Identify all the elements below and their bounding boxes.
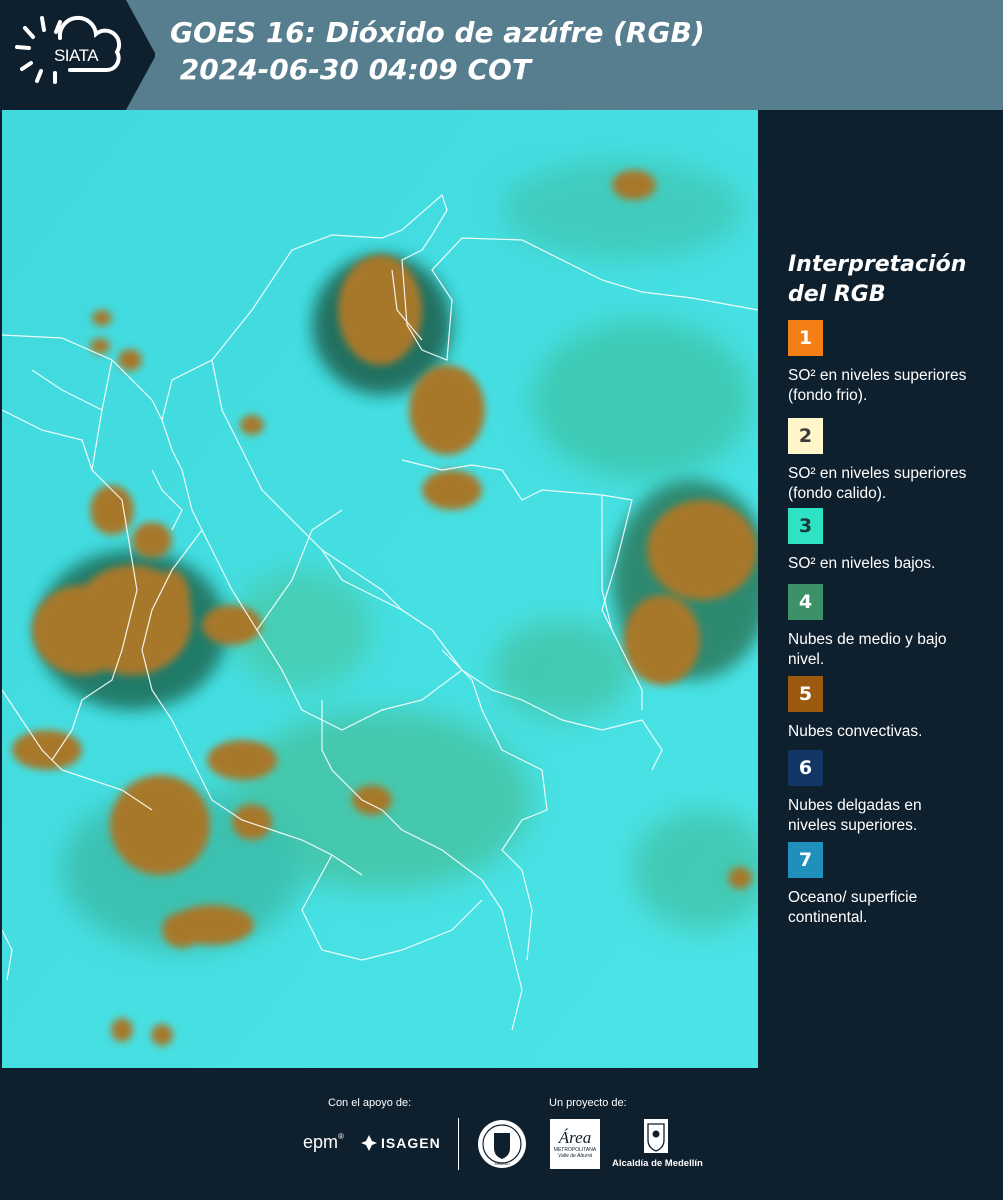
legend-item-4: 4 Nubes de medio y bajo nivel. bbox=[788, 584, 998, 670]
legend-title: Interpretación del RGB bbox=[788, 250, 966, 310]
isagen-logo-text: ISAGEN bbox=[381, 1135, 441, 1151]
satellite-image bbox=[2, 110, 758, 1068]
isagen-icon bbox=[361, 1135, 377, 1151]
header-bar: SIATA GOES 16: Dióxido de azúfre (RGB) 2… bbox=[0, 0, 1003, 110]
legend-swatch-7: 7 bbox=[788, 842, 823, 878]
legend-label-4: Nubes de medio y bajo nivel. bbox=[788, 631, 947, 668]
legend-item-1: 1 SO² en niveles superiores (fondo frio)… bbox=[788, 320, 998, 406]
epm-logo: epm® bbox=[303, 1132, 344, 1152]
area-logo-title: Área bbox=[558, 1128, 592, 1147]
legend-title-line2: del RGB bbox=[788, 282, 886, 307]
legend-label-1: SO² en niveles superiores (fondo frio). bbox=[788, 367, 967, 404]
legend-label-7: Oceano/ superficie continental. bbox=[788, 889, 918, 926]
alcaldia-crest-icon bbox=[644, 1119, 668, 1153]
legend-swatch-5: 5 bbox=[788, 676, 823, 712]
medellin-seal: Medellín bbox=[478, 1120, 526, 1168]
legend-swatch-6: 6 bbox=[788, 750, 823, 786]
legend-swatch-2: 2 bbox=[788, 418, 823, 454]
legend-swatch-1: 1 bbox=[788, 320, 823, 356]
footer-bar: Con el apoyo de: Un proyecto de: epm® IS… bbox=[0, 1068, 1003, 1200]
epm-logo-text: epm bbox=[303, 1132, 339, 1152]
legend-label-6: Nubes delgadas en niveles superiores. bbox=[788, 797, 922, 834]
medellin-seal-text: Medellín bbox=[494, 1161, 509, 1166]
page-title: GOES 16: Dióxido de azúfre (RGB) 2024-06… bbox=[170, 14, 705, 88]
legend-label-2: SO² en niveles superiores (fondo calido)… bbox=[788, 465, 967, 502]
project-label: Un proyecto de: bbox=[549, 1097, 627, 1109]
area-metropolitana-logo: Área METROPOLITANA Valle de Aburrá bbox=[550, 1119, 600, 1169]
legend-item-7: 7 Oceano/ superficie continental. bbox=[788, 842, 998, 928]
isagen-logo: ISAGEN bbox=[360, 1134, 441, 1152]
title-timestamp: 2024-06-30 04:09 COT bbox=[170, 53, 531, 86]
area-logo-line3: Valle de Aburrá bbox=[557, 1153, 593, 1159]
siata-logo: SIATA bbox=[0, 0, 155, 110]
footer-divider bbox=[458, 1118, 459, 1170]
legend-item-6: 6 Nubes delgadas en niveles superiores. bbox=[788, 750, 998, 836]
title-product: GOES 16: Dióxido de azúfre (RGB) bbox=[170, 16, 705, 49]
legend-label-5: Nubes convectivas. bbox=[788, 723, 923, 740]
legend-swatch-3: 3 bbox=[788, 508, 823, 544]
siata-brand-text: SIATA bbox=[54, 46, 99, 65]
legend-swatch-4: 4 bbox=[788, 584, 823, 620]
legend-label-3: SO² en niveles bajos. bbox=[788, 555, 936, 572]
legend-title-line1: Interpretación bbox=[788, 252, 967, 277]
alcaldia-logo-text: Alcaldía de Medellín bbox=[612, 1158, 703, 1169]
legend-item-5: 5 Nubes convectivas. bbox=[788, 676, 998, 742]
legend-item-3: 3 SO² en niveles bajos. bbox=[788, 508, 998, 574]
legend-panel: Interpretación del RGB 1 SO² en niveles … bbox=[760, 110, 1003, 1068]
legend-item-2: 2 SO² en niveles superiores (fondo calid… bbox=[788, 418, 998, 504]
support-label: Con el apoyo de: bbox=[328, 1097, 412, 1109]
